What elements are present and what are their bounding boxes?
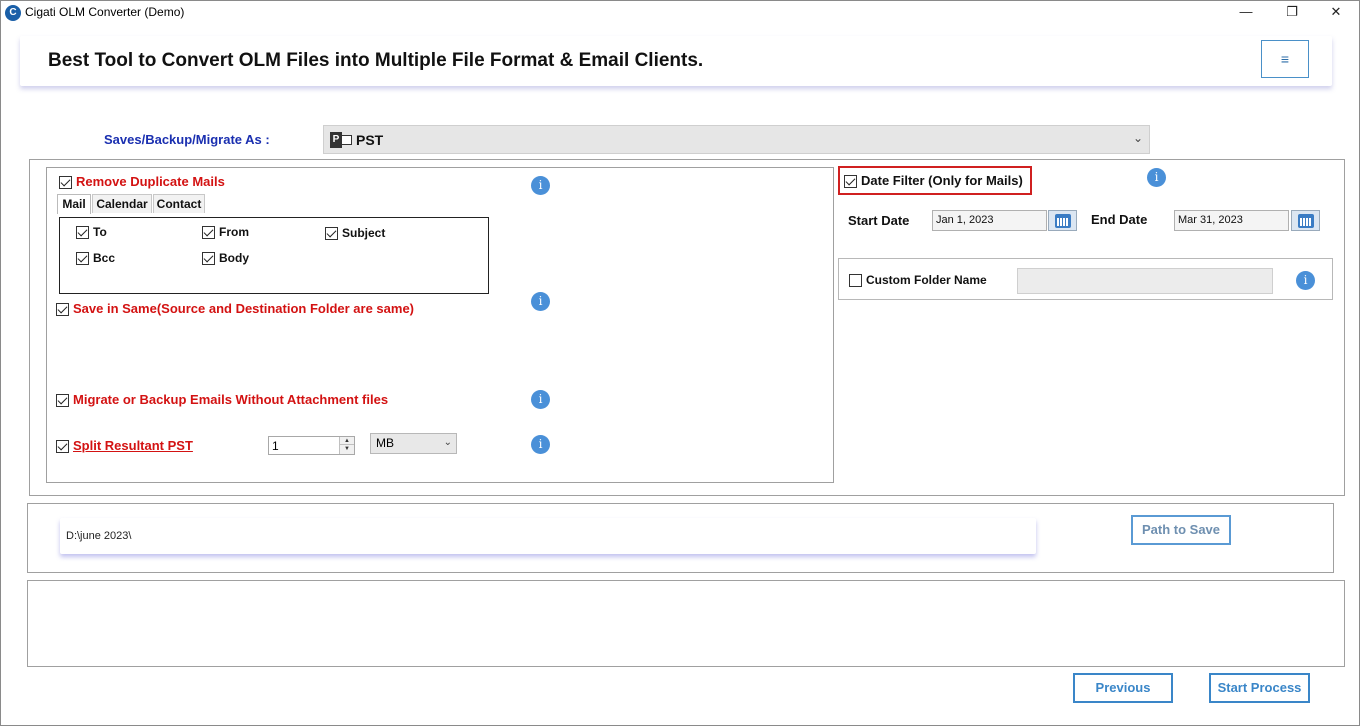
app-window: C Cigati OLM Converter (Demo) — ❐ ✕ Best…	[0, 0, 1360, 726]
field-body-label: Body	[219, 251, 249, 265]
date-filter-label: Date Filter (Only for Mails)	[861, 173, 1023, 188]
calendar-icon	[1298, 214, 1314, 228]
field-subject-option[interactable]: Subject	[325, 226, 386, 241]
start-process-button[interactable]: Start Process	[1209, 673, 1310, 703]
save-as-label: Saves/Backup/Migrate As :	[104, 132, 270, 147]
save-in-same-label: Save in Same(Source and Destination Fold…	[73, 301, 415, 316]
split-pst-label: Split Resultant PST	[73, 438, 193, 453]
window-title: Cigati OLM Converter (Demo)	[25, 5, 185, 19]
previous-button[interactable]: Previous	[1073, 673, 1173, 703]
info-icon[interactable]: i	[1147, 168, 1166, 187]
app-logo-icon: C	[5, 5, 21, 21]
field-to-label: To	[93, 225, 107, 239]
path-to-save-button[interactable]: Path to Save	[1131, 515, 1231, 545]
save-in-same-option[interactable]: Save in Same(Source and Destination Fold…	[56, 301, 415, 317]
tab-mail[interactable]: Mail	[57, 194, 91, 214]
info-icon[interactable]: i	[531, 390, 550, 409]
title-bar: C Cigati OLM Converter (Demo) — ❐ ✕	[1, 1, 1359, 25]
stepper-buttons: ▲ ▼	[339, 437, 354, 454]
split-size-stepper[interactable]: 1 ▲ ▼	[268, 436, 355, 455]
field-from-checkbox[interactable]	[202, 226, 215, 240]
hamburger-menu-button[interactable]: ≡	[1261, 40, 1309, 78]
split-size-value: 1	[272, 439, 279, 453]
without-attachments-checkbox[interactable]	[56, 394, 69, 408]
tab-contact[interactable]: Contact	[153, 194, 205, 213]
without-attachments-label: Migrate or Backup Emails Without Attachm…	[73, 392, 389, 407]
minimize-button[interactable]: —	[1223, 1, 1269, 25]
remove-duplicates-checkbox[interactable]	[59, 176, 72, 190]
stepper-down-icon[interactable]: ▼	[340, 445, 354, 453]
field-to-option[interactable]: To	[76, 225, 107, 240]
start-date-label: Start Date	[848, 213, 910, 228]
split-unit-dropdown[interactable]: MB ⌄	[370, 433, 457, 454]
tab-calendar[interactable]: Calendar	[92, 194, 152, 213]
custom-folder-option[interactable]: Custom Folder Name	[849, 273, 987, 288]
field-subject-label: Subject	[342, 226, 386, 240]
destination-path-field[interactable]: D:\june 2023\	[60, 518, 1036, 554]
remove-duplicates-label: Remove Duplicate Mails	[76, 174, 225, 189]
field-bcc-checkbox[interactable]	[76, 252, 89, 266]
save-as-dropdown[interactable]: P PST ⌄	[323, 125, 1150, 154]
end-date-calendar-button[interactable]	[1291, 210, 1320, 231]
field-body-option[interactable]: Body	[202, 251, 249, 266]
close-button[interactable]: ✕	[1313, 1, 1359, 25]
log-area	[27, 580, 1345, 667]
outlook-pst-icon: P	[330, 130, 352, 150]
banner-title: Best Tool to Convert OLM Files into Mult…	[48, 50, 704, 71]
without-attachments-option[interactable]: Migrate or Backup Emails Without Attachm…	[56, 392, 389, 408]
field-body-checkbox[interactable]	[202, 252, 215, 266]
split-unit-value: MB	[376, 436, 394, 450]
info-icon[interactable]: i	[531, 292, 550, 311]
remove-duplicates-option[interactable]: Remove Duplicate Mails	[59, 174, 225, 190]
destination-path-value: D:\june 2023\	[66, 530, 132, 542]
field-to-checkbox[interactable]	[76, 226, 89, 240]
date-filter-checkbox[interactable]	[844, 175, 857, 189]
info-icon[interactable]: i	[1296, 271, 1315, 290]
end-date-label: End Date	[1091, 212, 1148, 227]
chevron-down-icon: ⌄	[1132, 131, 1143, 145]
mail-fields-panel: To From Subject Bcc Body	[59, 217, 489, 294]
field-from-label: From	[219, 225, 249, 239]
custom-folder-checkbox[interactable]	[849, 274, 862, 288]
save-in-same-checkbox[interactable]	[56, 303, 69, 317]
date-filter-highlight: Date Filter (Only for Mails)	[838, 166, 1032, 195]
menu-icon: ≡	[1280, 51, 1290, 67]
date-filter-option[interactable]: Date Filter (Only for Mails)	[844, 173, 1023, 189]
start-date-input[interactable]: Jan 1, 2023	[932, 210, 1047, 231]
start-date-calendar-button[interactable]	[1048, 210, 1077, 231]
stepper-up-icon[interactable]: ▲	[340, 437, 354, 445]
split-pst-checkbox[interactable]	[56, 440, 69, 454]
end-date-input[interactable]: Mar 31, 2023	[1174, 210, 1289, 231]
field-from-option[interactable]: From	[202, 225, 249, 240]
chevron-down-icon: ⌄	[443, 437, 452, 448]
field-bcc-label: Bcc	[93, 251, 116, 265]
header-banner: Best Tool to Convert OLM Files into Mult…	[20, 36, 1332, 86]
info-icon[interactable]: i	[531, 176, 550, 195]
custom-folder-label: Custom Folder Name	[866, 273, 987, 287]
save-as-selected-value: PST	[356, 132, 384, 148]
field-bcc-option[interactable]: Bcc	[76, 251, 116, 266]
calendar-icon	[1055, 214, 1071, 228]
info-icon[interactable]: i	[531, 435, 550, 454]
split-pst-option[interactable]: Split Resultant PST	[56, 438, 193, 454]
field-subject-checkbox[interactable]	[325, 227, 338, 241]
maximize-button[interactable]: ❐	[1269, 1, 1315, 25]
custom-folder-input[interactable]	[1017, 268, 1273, 294]
custom-folder-box: Custom Folder Name	[838, 258, 1333, 300]
